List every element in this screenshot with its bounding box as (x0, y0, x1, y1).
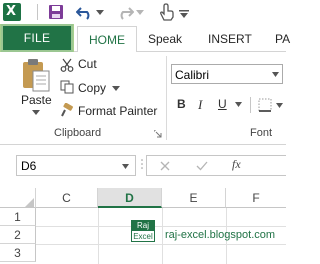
paste-icon[interactable] (20, 57, 52, 97)
cut-button[interactable]: Cut (78, 57, 97, 71)
row-header-1[interactable]: 1 (0, 208, 36, 226)
customize-qat-icon[interactable] (178, 9, 190, 19)
chevron-down-icon[interactable] (122, 164, 129, 169)
chevron-down-icon[interactable] (32, 110, 40, 115)
chevron-down-icon[interactable] (136, 10, 144, 16)
ribbon: Paste Cut Copy Format Painter Clipboard … (0, 52, 286, 145)
row-header-3[interactable]: 3 (0, 244, 36, 262)
italic-button[interactable]: I (198, 97, 202, 113)
grid-line (36, 226, 286, 227)
font-name-value: Calibri (175, 68, 210, 82)
cancel-icon[interactable] (160, 161, 170, 171)
dialog-launcher-icon[interactable] (154, 130, 162, 138)
copy-icon[interactable] (60, 80, 74, 94)
tab-speak[interactable]: Speak (148, 26, 182, 53)
excel-icon-letter: X (6, 4, 17, 19)
redo-icon[interactable] (116, 4, 134, 20)
chevron-down-icon[interactable] (235, 102, 242, 107)
raj-excel-logo: Raj Excel (131, 220, 155, 242)
chevron-down-icon[interactable] (272, 72, 279, 77)
grid-line (36, 244, 286, 245)
tab-page-layout[interactable]: PA (275, 26, 290, 53)
enter-check-icon[interactable] (196, 161, 208, 171)
select-all-corner[interactable] (0, 188, 36, 208)
column-header-f[interactable]: F (226, 188, 286, 208)
drag-handle-icon[interactable] (140, 158, 144, 170)
format-painter-button[interactable]: Format Painter (78, 104, 157, 118)
column-header-c[interactable]: C (36, 188, 98, 208)
format-separator (250, 97, 251, 113)
formula-bar: D6 fx (0, 145, 286, 185)
chevron-down-icon[interactable] (276, 103, 283, 108)
chevron-down-icon[interactable] (96, 10, 104, 16)
grid-line (98, 208, 99, 264)
font-name-select[interactable]: Calibri (171, 64, 283, 84)
borders-icon[interactable] (258, 98, 272, 112)
touch-mode-icon[interactable] (158, 3, 174, 21)
chevron-down-icon[interactable] (112, 86, 120, 91)
grid-line (162, 208, 163, 264)
select-all-icon (24, 198, 34, 208)
clipboard-group-label: Clipboard (54, 127, 102, 139)
ribbon-tabs: FILE HOME Speak INSERT PA (0, 24, 290, 56)
copy-button[interactable]: Copy (78, 81, 106, 95)
paste-button[interactable]: Paste (21, 93, 52, 107)
name-box-value: D6 (21, 159, 37, 173)
name-box[interactable]: D6 (16, 155, 136, 176)
insert-function-button[interactable]: fx (232, 157, 241, 172)
excel-icon[interactable]: X (3, 3, 21, 21)
undo-icon[interactable] (76, 4, 94, 20)
save-icon[interactable] (48, 4, 64, 20)
tab-file[interactable]: FILE (1, 24, 73, 52)
tab-insert[interactable]: INSERT (208, 26, 252, 53)
bold-button[interactable]: B (177, 97, 186, 111)
logo-bottom-text: Excel (133, 232, 153, 241)
logo-top-text: Raj (132, 221, 154, 231)
column-header-e[interactable]: E (162, 188, 226, 208)
row-header-2[interactable]: 2 (0, 226, 36, 244)
font-group-label: Font (250, 127, 273, 139)
blog-watermark: raj-excel.blogspot.com (165, 229, 276, 241)
format-painter-icon[interactable] (60, 103, 74, 117)
group-separator (166, 56, 167, 140)
tab-home[interactable]: HOME (77, 26, 137, 53)
qat-separator (37, 4, 38, 20)
column-header-d[interactable]: D (98, 188, 162, 208)
scissors-icon[interactable] (60, 58, 74, 72)
underline-button[interactable]: U (218, 97, 227, 111)
quick-access-toolbar: X (0, 0, 286, 24)
